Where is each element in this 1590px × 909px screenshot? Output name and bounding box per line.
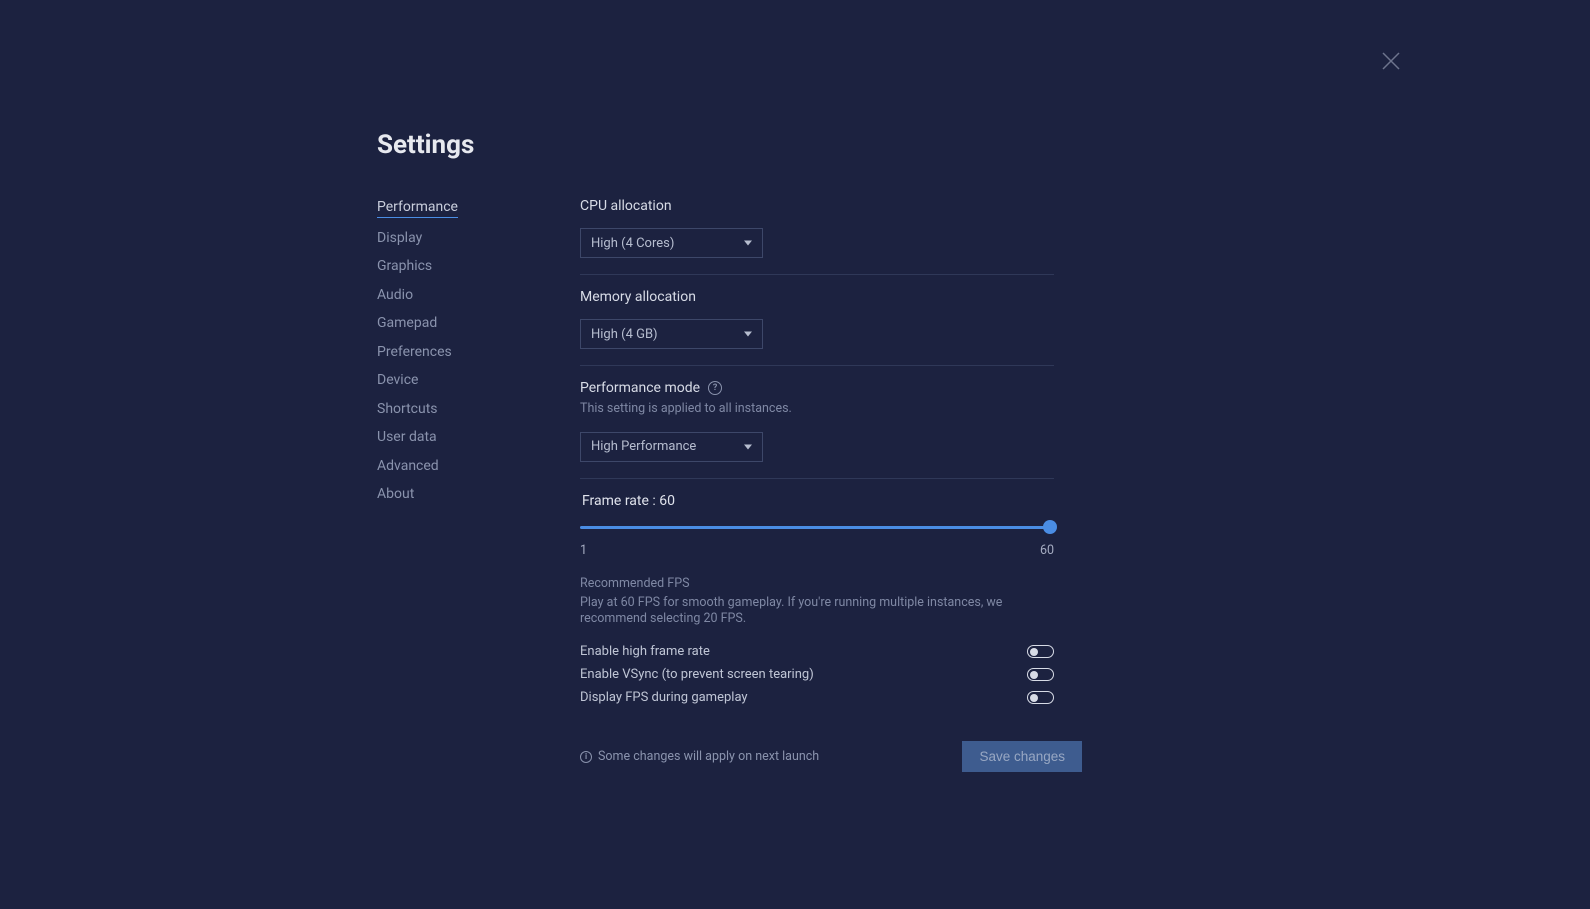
sidebar-item-graphics[interactable]: Graphics <box>377 257 432 275</box>
caret-down-icon <box>744 332 752 337</box>
frame-rate-slider[interactable] <box>580 519 1054 537</box>
cpu-allocation-value: High (4 Cores) <box>591 236 674 251</box>
sidebar-item-gamepad[interactable]: Gamepad <box>377 314 437 332</box>
slider-track <box>580 526 1054 529</box>
sidebar-item-shortcuts[interactable]: Shortcuts <box>377 400 438 418</box>
cpu-allocation-label: CPU allocation <box>580 198 1054 214</box>
toggle-ball <box>1030 648 1038 656</box>
performance-mode-select[interactable]: High Performance <box>580 432 763 462</box>
toggle-ball <box>1030 694 1038 702</box>
enable-vsync-toggle[interactable] <box>1027 668 1054 681</box>
slider-max: 60 <box>1040 543 1054 558</box>
display-fps-label: Display FPS during gameplay <box>580 690 748 705</box>
enable-high-frame-rate-toggle[interactable] <box>1027 645 1054 658</box>
sidebar-item-about[interactable]: About <box>377 485 414 503</box>
sidebar: Performance Display Graphics Audio Gamep… <box>377 198 458 772</box>
memory-allocation-label: Memory allocation <box>580 289 1054 305</box>
save-changes-button[interactable]: Save changes <box>962 741 1082 772</box>
caret-down-icon <box>744 444 752 449</box>
display-fps-toggle[interactable] <box>1027 691 1054 704</box>
recommended-fps-text: Play at 60 FPS for smooth gameplay. If y… <box>580 595 1054 629</box>
performance-mode-sublabel: This setting is applied to all instances… <box>580 400 1054 418</box>
info-icon: i <box>580 751 592 763</box>
footer-note: i Some changes will apply on next launch <box>580 749 819 764</box>
cpu-allocation-select[interactable]: High (4 Cores) <box>580 228 763 258</box>
sidebar-item-performance[interactable]: Performance <box>377 198 458 218</box>
caret-down-icon <box>744 241 752 246</box>
memory-allocation-value: High (4 GB) <box>591 327 658 342</box>
memory-allocation-select[interactable]: High (4 GB) <box>580 319 763 349</box>
enable-vsync-label: Enable VSync (to prevent screen tearing) <box>580 667 814 682</box>
enable-high-frame-rate-label: Enable high frame rate <box>580 644 710 659</box>
recommended-fps-title: Recommended FPS <box>580 576 1054 591</box>
slider-min: 1 <box>580 543 587 558</box>
main-panel: CPU allocation High (4 Cores) Memory all… <box>580 198 1054 772</box>
sidebar-item-preferences[interactable]: Preferences <box>377 343 452 361</box>
performance-mode-label: Performance mode ? <box>580 380 1054 396</box>
page-title: Settings <box>377 130 1590 160</box>
sidebar-item-user-data[interactable]: User data <box>377 428 437 446</box>
sidebar-item-display[interactable]: Display <box>377 229 422 247</box>
sidebar-item-audio[interactable]: Audio <box>377 286 413 304</box>
toggle-ball <box>1030 671 1038 679</box>
frame-rate-label: Frame rate : 60 <box>580 493 1054 509</box>
slider-thumb[interactable] <box>1043 520 1057 534</box>
sidebar-item-device[interactable]: Device <box>377 371 418 389</box>
help-icon[interactable]: ? <box>708 381 722 395</box>
performance-mode-value: High Performance <box>591 439 696 454</box>
sidebar-item-advanced[interactable]: Advanced <box>377 457 439 475</box>
close-button[interactable] <box>1382 52 1400 70</box>
